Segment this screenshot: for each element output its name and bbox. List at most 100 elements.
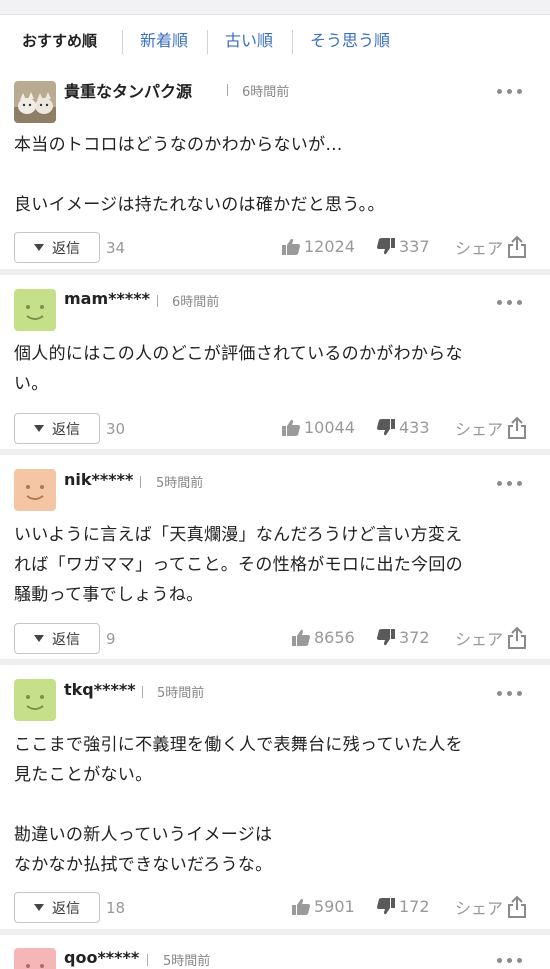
like-button[interactable]: 10044 (282, 418, 355, 437)
like-count: 12024 (304, 237, 355, 256)
comment-line: いいように言えば「天真爛漫」なんだろうけど言い方変え (14, 525, 463, 545)
reply-button[interactable]: 返信 (14, 892, 100, 923)
sort-tab-newest[interactable]: 新着順 (140, 15, 188, 67)
reply-button-label: 返信 (52, 631, 80, 648)
sort-tab-recommended[interactable]: おすすめ順 (22, 15, 97, 67)
dislike-button[interactable]: 372 (377, 628, 430, 647)
like-count: 8656 (314, 628, 355, 647)
username[interactable]: nik***** (64, 470, 133, 489)
dislike-button[interactable]: 337 (377, 237, 430, 256)
avatar[interactable] (14, 289, 56, 331)
meta-divider (157, 295, 158, 307)
thumbs-up-icon (282, 419, 300, 436)
comment-line: ここまで強引に不義理を働く人で表舞台に残っていた人を (14, 735, 463, 755)
share-icon (508, 235, 527, 258)
share-icon (508, 895, 527, 918)
sort-tab-divider (292, 30, 293, 54)
like-count: 10044 (304, 418, 355, 437)
sort-tab-oldest[interactable]: 古い順 (225, 15, 273, 67)
comment-line: い。 (14, 374, 49, 394)
comment-text: ここまで強引に不義理を働く人で表舞台に残っていた人を 見たことがない。 勘違いの… (14, 730, 534, 880)
share-label: シェア (455, 899, 504, 918)
avatar[interactable] (14, 469, 56, 511)
comment-item: qoo***** 5時間前 (0, 935, 550, 969)
thumbs-down-icon (377, 629, 395, 646)
timestamp: 5時間前 (156, 476, 204, 491)
share-button[interactable]: シェア (455, 626, 527, 650)
meta-divider (140, 476, 141, 488)
top-bar (0, 0, 550, 15)
reply-count: 34 (106, 239, 126, 257)
more-options-icon[interactable] (497, 687, 527, 701)
meta-divider (142, 686, 143, 698)
username[interactable]: 貴重なタンパク源 (64, 78, 192, 102)
share-label: シェア (455, 630, 504, 649)
smiley-avatar-icon (14, 469, 56, 511)
avatar[interactable] (14, 81, 56, 123)
dislike-count: 172 (399, 897, 430, 916)
thumbs-down-icon (377, 898, 395, 915)
meta-divider (227, 84, 228, 96)
timestamp: 5時間前 (157, 686, 205, 701)
dislike-count: 337 (399, 237, 430, 256)
thumbs-up-icon (282, 238, 300, 255)
comment-line: 見たことがない。 (14, 765, 153, 785)
reply-button-label: 返信 (52, 240, 80, 257)
username[interactable]: mam***** (64, 289, 150, 308)
reply-button[interactable]: 返信 (14, 232, 100, 263)
like-button[interactable]: 5901 (292, 897, 355, 916)
caret-down-icon (34, 904, 44, 911)
comment-text: 個人的にはこの人のどこが評価されているのかがわからな い。 (14, 339, 534, 399)
avatar[interactable] (14, 679, 56, 721)
dislike-button[interactable]: 172 (377, 897, 430, 916)
comment-line: 本当のトコロはどうなのかわからないが… (14, 135, 343, 155)
username[interactable]: qoo***** (64, 948, 139, 967)
comment-text: いいように言えば「天真爛漫」なんだろうけど言い方変え れば「ワガママ」ってこと。… (14, 520, 534, 610)
reply-button[interactable]: 返信 (14, 413, 100, 444)
thumbs-up-icon (292, 898, 310, 915)
sort-tab-divider (122, 30, 123, 54)
share-button[interactable]: シェア (455, 895, 527, 919)
meta-divider (147, 954, 148, 966)
comment-line: 勘違いの新人っていうイメージは (14, 825, 273, 845)
reply-count: 9 (106, 630, 116, 648)
dislike-button[interactable]: 433 (377, 418, 430, 437)
comment-line: 個人的にはこの人のどこが評価されているのかがわからな (14, 344, 463, 364)
smiley-avatar-icon (14, 948, 56, 969)
more-options-icon[interactable] (497, 296, 527, 310)
smiley-avatar-icon (14, 289, 56, 331)
sort-bar: おすすめ順 新着順 古い順 そう思う順 (0, 15, 550, 68)
more-options-icon[interactable] (497, 85, 527, 99)
avatar[interactable] (14, 948, 56, 969)
reply-count: 30 (106, 420, 126, 438)
share-button[interactable]: シェア (455, 416, 527, 440)
more-options-icon[interactable] (497, 954, 527, 968)
more-options-icon[interactable] (497, 477, 527, 491)
comment-line: なかなか払拭できないだろうな。 (14, 855, 273, 875)
share-label: シェア (455, 420, 504, 439)
share-icon (508, 626, 527, 649)
timestamp: 5時間前 (163, 954, 211, 969)
sort-tab-agree[interactable]: そう思う順 (310, 15, 390, 67)
dislike-count: 433 (399, 418, 430, 437)
comment-line: 良いイメージは持たれないのは確かだと思う。。 (14, 195, 385, 215)
timestamp: 6時間前 (242, 85, 290, 100)
comment-item: tkq***** 5時間前 ここまで強引に不義理を働く人で表舞台に残っていた人を… (0, 665, 550, 935)
timestamp: 6時間前 (172, 295, 220, 310)
caret-down-icon (34, 244, 44, 251)
smiley-avatar-icon (14, 679, 56, 721)
share-icon (508, 416, 527, 439)
dislike-count: 372 (399, 628, 430, 647)
reply-button-label: 返信 (52, 421, 80, 438)
comment-item: nik***** 5時間前 いいように言えば「天真爛漫」なんだろうけど言い方変え… (0, 455, 550, 665)
like-button[interactable]: 8656 (292, 628, 355, 647)
reply-button-label: 返信 (52, 900, 80, 917)
reply-button[interactable]: 返信 (14, 623, 100, 654)
username[interactable]: tkq***** (64, 680, 136, 699)
share-button[interactable]: シェア (455, 235, 527, 259)
caret-down-icon (34, 425, 44, 432)
like-button[interactable]: 12024 (282, 237, 355, 256)
like-count: 5901 (314, 897, 355, 916)
share-label: シェア (455, 239, 504, 258)
